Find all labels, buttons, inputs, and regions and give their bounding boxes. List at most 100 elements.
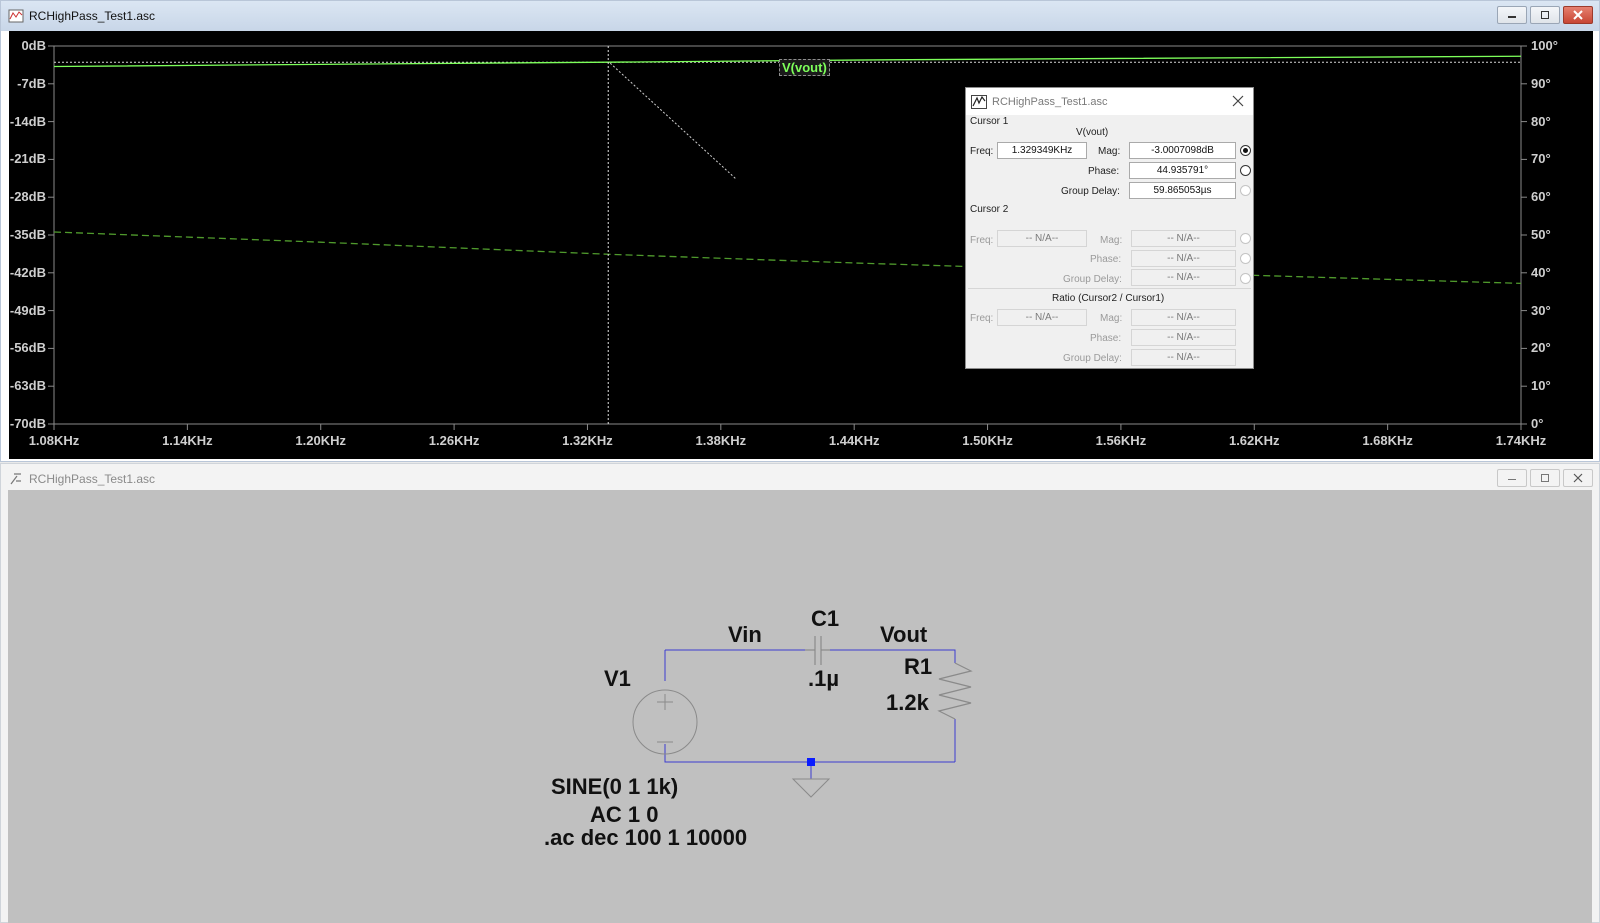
y-right-tick-label: 20° bbox=[1531, 340, 1551, 356]
maximize-icon bbox=[1541, 474, 1549, 482]
plot-area[interactable]: 0dB -7dB -14dB -21dB -28dB -35dB -42dB -49dB -56… bbox=[9, 31, 1593, 459]
plot-canvas[interactable] bbox=[9, 31, 1593, 459]
y-tick-label: -63dB bbox=[9, 378, 46, 394]
y-tick-label: -42dB bbox=[9, 264, 46, 280]
ground-symbol bbox=[791, 778, 831, 798]
y-right-tick-label: 100° bbox=[1531, 38, 1558, 53]
cursor1-group-delay-radio[interactable] bbox=[1240, 185, 1251, 196]
y-right-tick-label: 10° bbox=[1531, 378, 1551, 394]
ratio-phase-label: Phase: bbox=[1090, 333, 1122, 344]
minimize-button[interactable] bbox=[1497, 6, 1527, 24]
label-v1[interactable]: V1 bbox=[604, 666, 631, 692]
label-c1[interactable]: C1 bbox=[811, 606, 839, 632]
label-r1[interactable]: R1 bbox=[904, 654, 932, 680]
y-right-tick-label: 60° bbox=[1531, 189, 1551, 205]
junction-node bbox=[807, 758, 815, 766]
close-icon bbox=[1573, 473, 1583, 483]
cursor1-group-delay-label: Group Delay: bbox=[1061, 186, 1120, 197]
cursor2-group-delay-field: -- N/A-- bbox=[1131, 269, 1236, 286]
ratio-phase-field: -- N/A-- bbox=[1131, 329, 1236, 346]
y-tick-label: -49dB bbox=[9, 302, 46, 318]
label-c1-value[interactable]: .1µ bbox=[808, 666, 839, 692]
x-tick-label: 1.08KHz bbox=[28, 433, 80, 448]
wire-vout bbox=[830, 649, 956, 663]
cursor-dialog: RCHighPass_Test1.asc Cursor 1 V(vout) Fr… bbox=[965, 87, 1254, 369]
cursor2-header: Cursor 2 bbox=[970, 204, 1009, 215]
schematic-minimize-button[interactable] bbox=[1497, 469, 1527, 487]
y-tick-label: -14dB bbox=[9, 113, 46, 129]
plot-frame bbox=[53, 45, 1522, 425]
label-vout[interactable]: Vout bbox=[880, 622, 927, 648]
cursor1-header: Cursor 1 bbox=[970, 116, 1009, 127]
cursor2-mag-field: -- N/A-- bbox=[1131, 230, 1236, 247]
phase-point bbox=[854, 262, 855, 263]
y-tick-label: -35dB bbox=[9, 227, 46, 242]
close-button[interactable] bbox=[1563, 6, 1593, 24]
y-right-tick-label: 40° bbox=[1531, 264, 1551, 280]
x-tick-label: 1.74KHz bbox=[1495, 433, 1547, 448]
ratio-group-delay-field: -- N/A-- bbox=[1131, 349, 1236, 366]
maximize-button[interactable] bbox=[1530, 6, 1560, 24]
y-right-tick-label: 50° bbox=[1531, 227, 1551, 242]
y-tick-label: -21dB bbox=[9, 151, 46, 167]
x-tick-label: 1.56KHz bbox=[1095, 433, 1147, 448]
cursor1-mag-label: Mag: bbox=[1098, 146, 1121, 157]
cursor1-group-delay-field[interactable]: 59.865053µs bbox=[1129, 182, 1236, 199]
plot-window-title: RCHighPass_Test1.asc bbox=[29, 9, 156, 23]
capacitor-c1 bbox=[805, 636, 830, 665]
x-tick-label: 1.50KHz bbox=[962, 433, 1013, 448]
label-vin[interactable]: Vin bbox=[728, 622, 762, 648]
schematic-window-title: RCHighPass_Test1.asc bbox=[29, 472, 156, 486]
dialog-close-icon[interactable] bbox=[1232, 95, 1244, 110]
label-r1-value[interactable]: 1.2k bbox=[886, 690, 929, 716]
y-right-tick-label: 30° bbox=[1531, 302, 1551, 318]
schematic-window-icon bbox=[8, 471, 24, 487]
schematic-close-button[interactable] bbox=[1563, 469, 1593, 487]
cursor1-trace-name: V(vout) bbox=[1076, 127, 1109, 138]
plot-window-titlebar[interactable]: RCHighPass_Test1.asc bbox=[1, 1, 1599, 31]
x-tick-label: 1.26KHz bbox=[428, 433, 480, 448]
y-right-tick-label: 90° bbox=[1531, 75, 1551, 91]
y-right-tick-label: 80° bbox=[1531, 113, 1551, 129]
cursor1-phase-label: Phase: bbox=[1088, 166, 1120, 177]
schematic-maximize-button[interactable] bbox=[1530, 469, 1560, 487]
cursor-pointer bbox=[609, 62, 737, 180]
cursor-dialog-titlebar[interactable]: RCHighPass_Test1.asc bbox=[966, 88, 1253, 115]
cursor2-mag-radio[interactable] bbox=[1240, 233, 1251, 244]
cursor1-phase-radio[interactable] bbox=[1240, 165, 1251, 176]
x-tick-label: 1.68KHz bbox=[1362, 433, 1413, 448]
ratio-group-delay-label: Group Delay: bbox=[1063, 353, 1122, 364]
ratio-separator bbox=[968, 288, 1251, 289]
trace-label[interactable]: V(vout) bbox=[779, 59, 830, 76]
y-right-tick-label: 0° bbox=[1531, 416, 1544, 431]
waveform-window-icon bbox=[8, 8, 24, 24]
ltspice-icon bbox=[971, 94, 987, 109]
cursor1-freq-field[interactable]: 1.329349KHz bbox=[997, 142, 1087, 159]
cursor2-phase-label: Phase: bbox=[1090, 254, 1122, 265]
cursor2-mag-label: Mag: bbox=[1100, 235, 1123, 246]
close-icon bbox=[1573, 10, 1583, 20]
label-source-spec[interactable]: SINE(0 1 1k) bbox=[551, 774, 678, 800]
resistor-r1 bbox=[937, 662, 973, 720]
schematic-drawing bbox=[632, 636, 973, 798]
maximize-icon bbox=[1541, 11, 1549, 19]
ratio-header: Ratio (Cursor2 / Cursor1) bbox=[1052, 293, 1165, 304]
y-right-tick-label: 70° bbox=[1531, 151, 1551, 167]
x-tick-label: 1.38KHz bbox=[695, 433, 747, 448]
cursor1-mag-field[interactable]: -3.0007098dB bbox=[1129, 142, 1236, 159]
cursor-dialog-title: RCHighPass_Test1.asc bbox=[992, 95, 1108, 108]
cursor2-freq-field: -- N/A-- bbox=[997, 230, 1087, 247]
x-tick-label: 1.62KHz bbox=[1228, 433, 1280, 448]
cursor2-group-delay-radio[interactable] bbox=[1240, 273, 1251, 284]
cursor2-phase-radio[interactable] bbox=[1240, 253, 1251, 264]
cursor1-freq-label: Freq: bbox=[970, 146, 994, 157]
label-ac-directive[interactable]: .ac dec 100 1 10000 bbox=[544, 825, 747, 851]
ratio-mag-label: Mag: bbox=[1100, 313, 1123, 324]
minimize-icon bbox=[1508, 479, 1516, 480]
schematic-canvas[interactable]: Vin C1 Vout V1 .1µ R1 1.2k SINE(0 1 1k) … bbox=[8, 490, 1592, 923]
y-tick-label: -7dB bbox=[17, 75, 46, 91]
cursor1-phase-field[interactable]: 44.935791° bbox=[1129, 162, 1236, 179]
ratio-freq-label: Freq: bbox=[970, 313, 994, 324]
plot-window: RCHighPass_Test1.asc 0dB -7dB -14dB -21dB -2… bbox=[0, 0, 1600, 462]
cursor1-mag-radio[interactable] bbox=[1240, 145, 1251, 156]
